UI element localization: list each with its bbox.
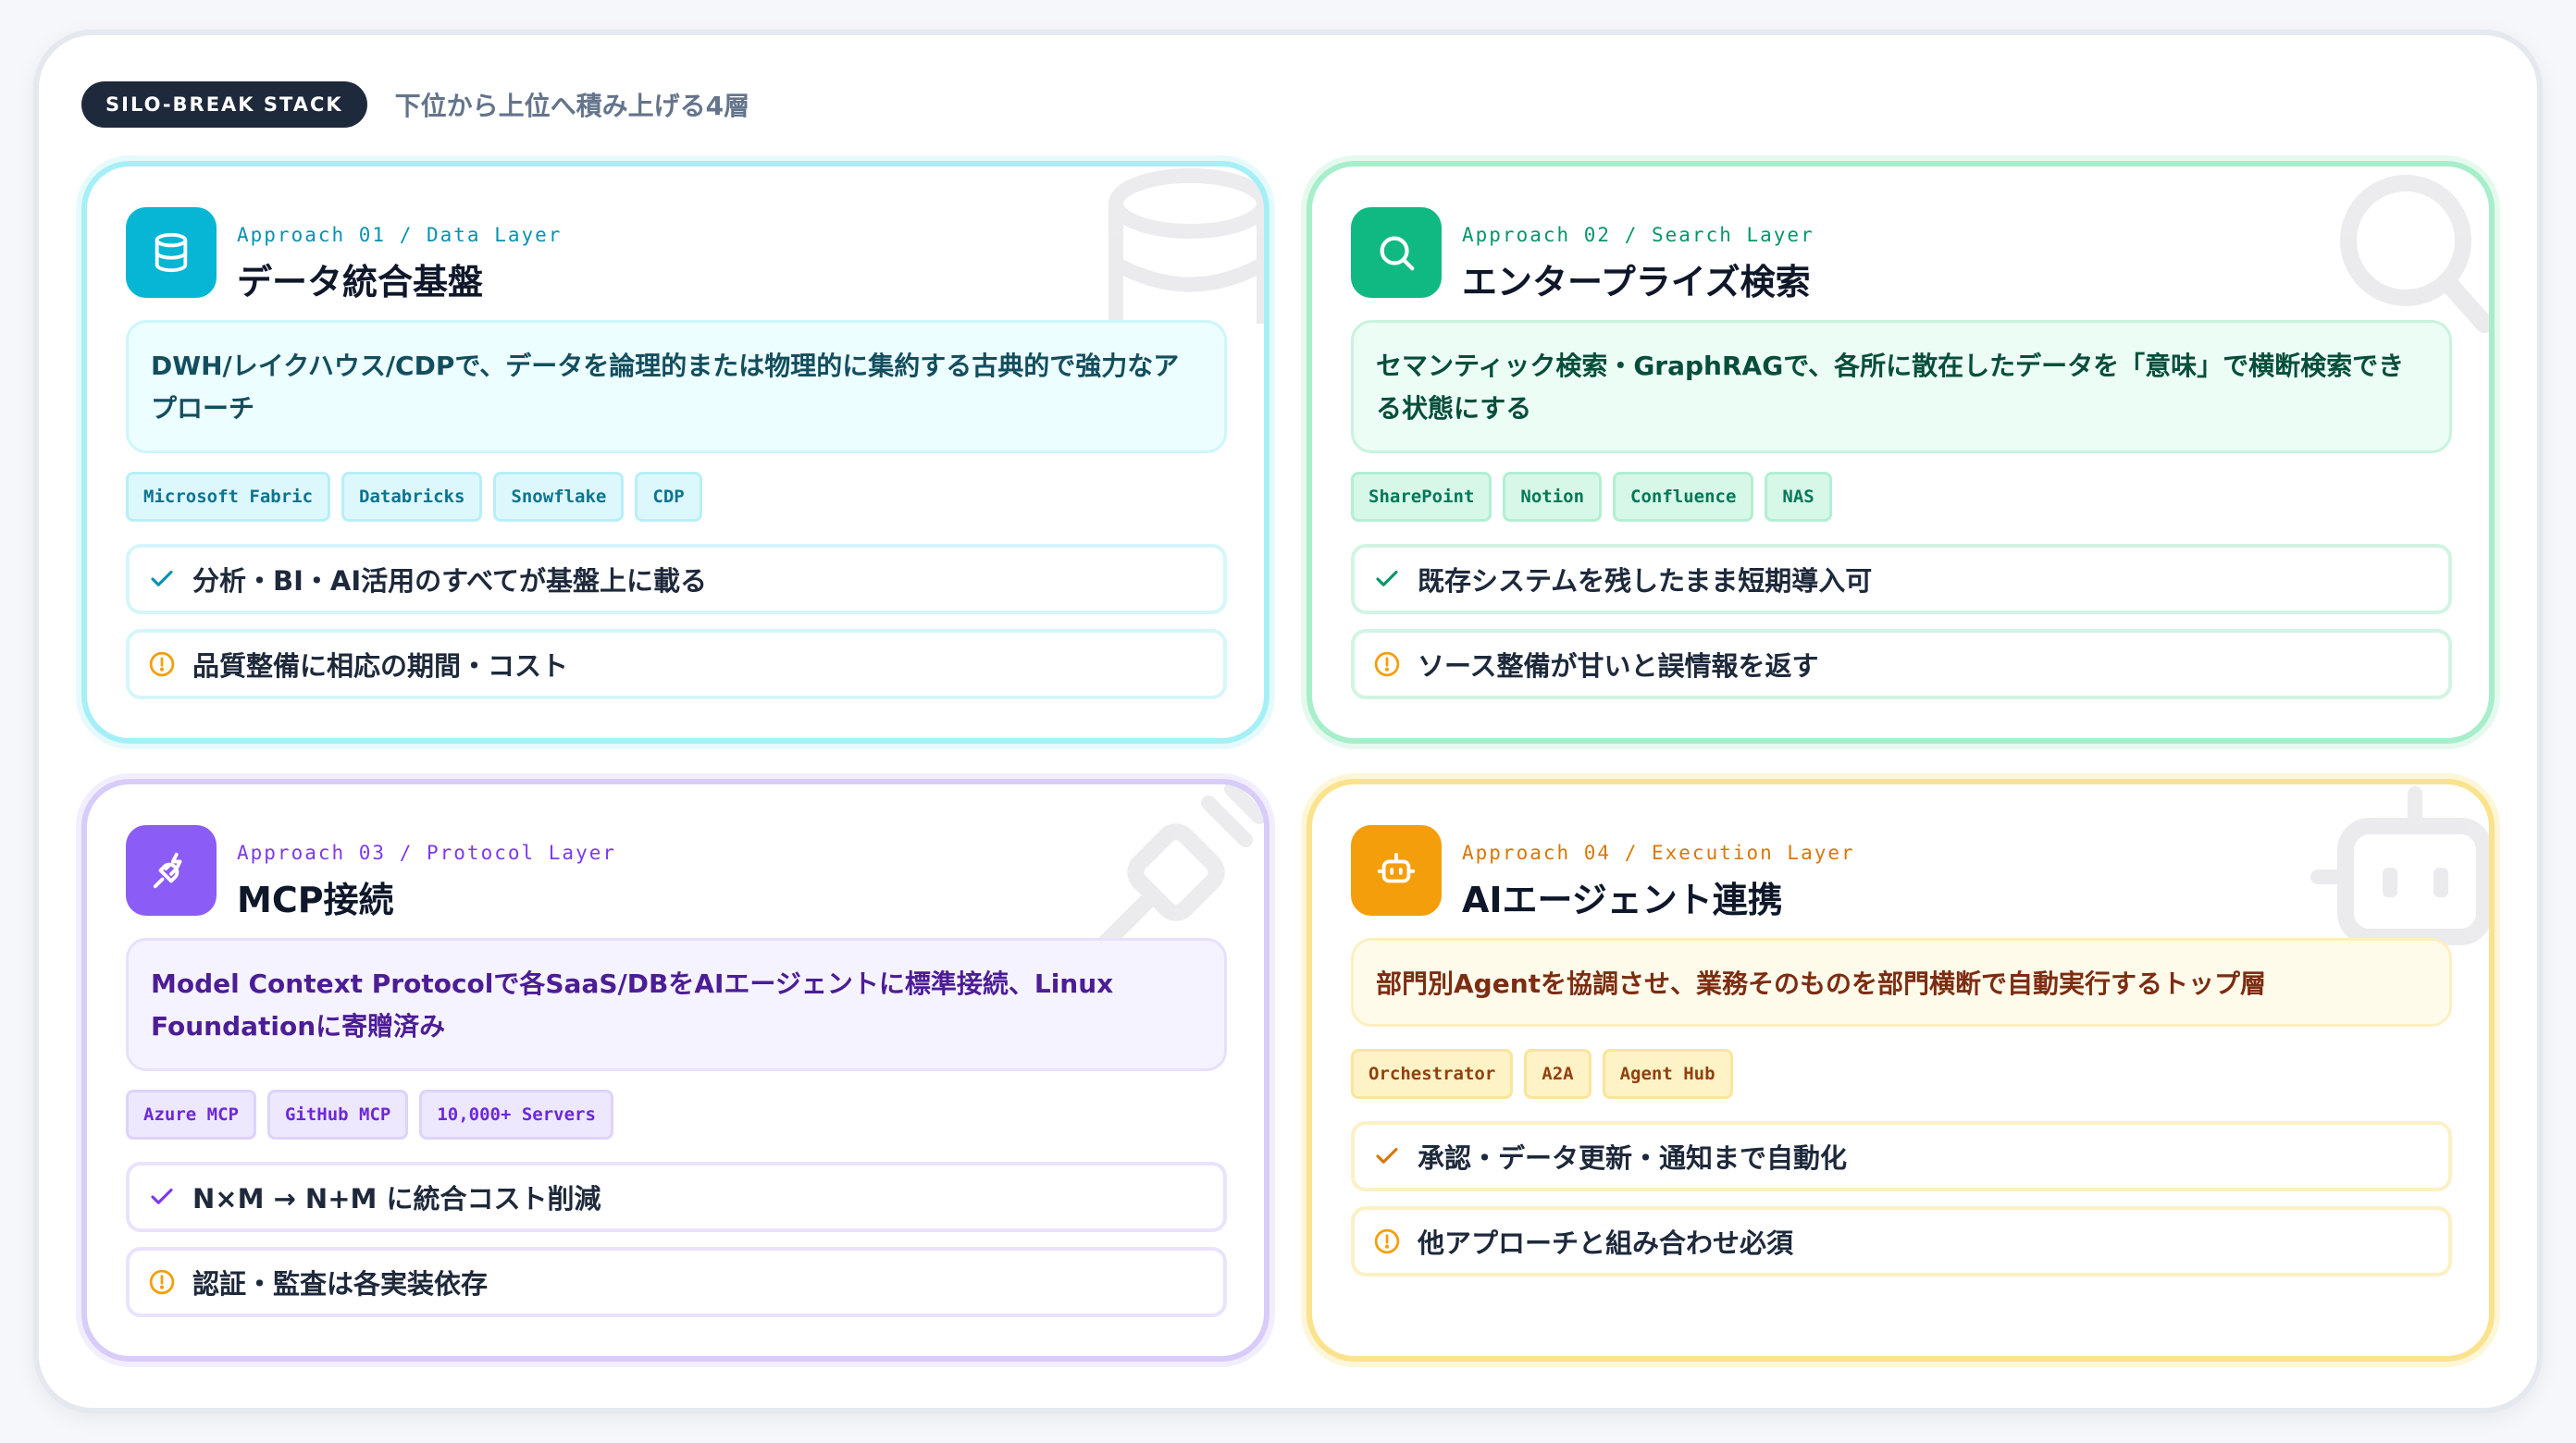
database-icon	[126, 207, 217, 298]
stack-badge: SILO-BREAK STACK	[81, 81, 367, 128]
warning-icon	[1374, 1228, 1400, 1254]
approach-title: エンタープライズ検索	[1462, 262, 1811, 302]
tag: Microsoft Fabric	[126, 472, 331, 522]
tag-list: SharePoint Notion Confluence NAS	[1351, 472, 1832, 522]
check-icon	[1376, 1147, 1398, 1164]
tag: Confluence	[1613, 472, 1754, 522]
approach-card-execution-layer: Approach 04 / Execution Layer AIエージェント連携…	[1307, 779, 2495, 1362]
tag: NAS	[1765, 472, 1832, 522]
tag: Snowflake	[493, 472, 625, 522]
tag: Orchestrator	[1351, 1049, 1514, 1099]
approach-description: 部門別Agentを協調させ、業務そのものを部門横断で自動実行するトップ層	[1351, 938, 2452, 1027]
plug-icon	[126, 825, 217, 916]
warning-icon	[149, 651, 175, 677]
approach-description: Model Context Protocolで各SaaS/DBをAIエージェント…	[126, 938, 1227, 1071]
con-text: 他アプローチと組み合わせ必須	[1418, 1227, 1794, 1259]
tag: Agent Hub	[1602, 1049, 1733, 1099]
warning-icon	[1374, 651, 1400, 677]
approach-eyebrow: Approach 03 / Protocol Layer	[237, 842, 617, 864]
tag-list: Microsoft Fabric Databricks Snowflake CD…	[126, 472, 702, 522]
approach-title: AIエージェント連携	[1462, 880, 1783, 920]
approach-card-data-layer: Approach 01 / Data Layer データ統合基盤 DWH/レイク…	[81, 161, 1269, 744]
con-text: 認証・監査は各実装依存	[192, 1268, 489, 1300]
check-icon	[151, 570, 173, 586]
tag: A2A	[1524, 1049, 1591, 1099]
check-icon	[1376, 570, 1398, 586]
pro-row: 承認・データ更新・通知まで自動化	[1351, 1121, 2452, 1191]
search-icon	[1351, 207, 1442, 298]
warning-icon	[149, 1269, 175, 1295]
header-subtitle: 下位から上位へ積み上げる4層	[394, 91, 750, 121]
approach-title: MCP接続	[237, 880, 394, 920]
tag-list: Azure MCP GitHub MCP 10,000+ Servers	[126, 1090, 613, 1140]
tag: SharePoint	[1351, 472, 1492, 522]
approach-eyebrow: Approach 01 / Data Layer	[237, 224, 563, 246]
con-row: ソース整備が甘いと誤情報を返す	[1351, 629, 2452, 699]
con-row: 認証・監査は各実装依存	[126, 1247, 1227, 1317]
check-icon	[151, 1188, 173, 1204]
tag: 10,000+ Servers	[419, 1090, 613, 1140]
pro-row: 分析・BI・AI活用のすべてが基盤上に載る	[126, 544, 1227, 614]
pro-text: 分析・BI・AI活用のすべてが基盤上に載る	[192, 565, 707, 597]
pro-row: 既存システムを残したまま短期導入可	[1351, 544, 2452, 614]
con-row: 品質整備に相応の期間・コスト	[126, 629, 1227, 699]
approach-eyebrow: Approach 02 / Search Layer	[1462, 224, 1814, 246]
tag: CDP	[635, 472, 702, 522]
con-text: ソース整備が甘いと誤情報を返す	[1418, 650, 1819, 682]
approach-card-search-layer: Approach 02 / Search Layer エンタープライズ検索 セマ…	[1307, 161, 2495, 744]
pro-text: N×M → N+M に統合コスト削減	[192, 1183, 601, 1215]
robot-icon	[1351, 825, 1442, 916]
tag: Azure MCP	[126, 1090, 256, 1140]
con-text: 品質整備に相応の期間・コスト	[192, 650, 569, 682]
approach-eyebrow: Approach 04 / Execution Layer	[1462, 842, 1855, 864]
tag-list: Orchestrator A2A Agent Hub	[1351, 1049, 1733, 1099]
pro-row: N×M → N+M に統合コスト削減	[126, 1162, 1227, 1232]
pro-text: 既存システムを残したまま短期導入可	[1418, 565, 1873, 597]
pro-text: 承認・データ更新・通知まで自動化	[1418, 1142, 1848, 1174]
approach-title: データ統合基盤	[237, 262, 484, 302]
tag: Databricks	[341, 472, 483, 522]
approach-description: DWH/レイクハウス/CDPで、データを論理的または物理的に集約する古典的で強力…	[126, 320, 1227, 453]
tag: Notion	[1503, 472, 1603, 522]
con-row: 他アプローチと組み合わせ必須	[1351, 1206, 2452, 1276]
approach-description: セマンティック検索・GraphRAGで、各所に散在したデータを「意味」で横断検索…	[1351, 320, 2452, 453]
approach-card-protocol-layer: Approach 03 / Protocol Layer MCP接続 Model…	[81, 779, 1269, 1362]
header: SILO-BREAK STACK 下位から上位へ積み上げる4層	[81, 81, 749, 128]
tag: GitHub MCP	[266, 1090, 409, 1140]
